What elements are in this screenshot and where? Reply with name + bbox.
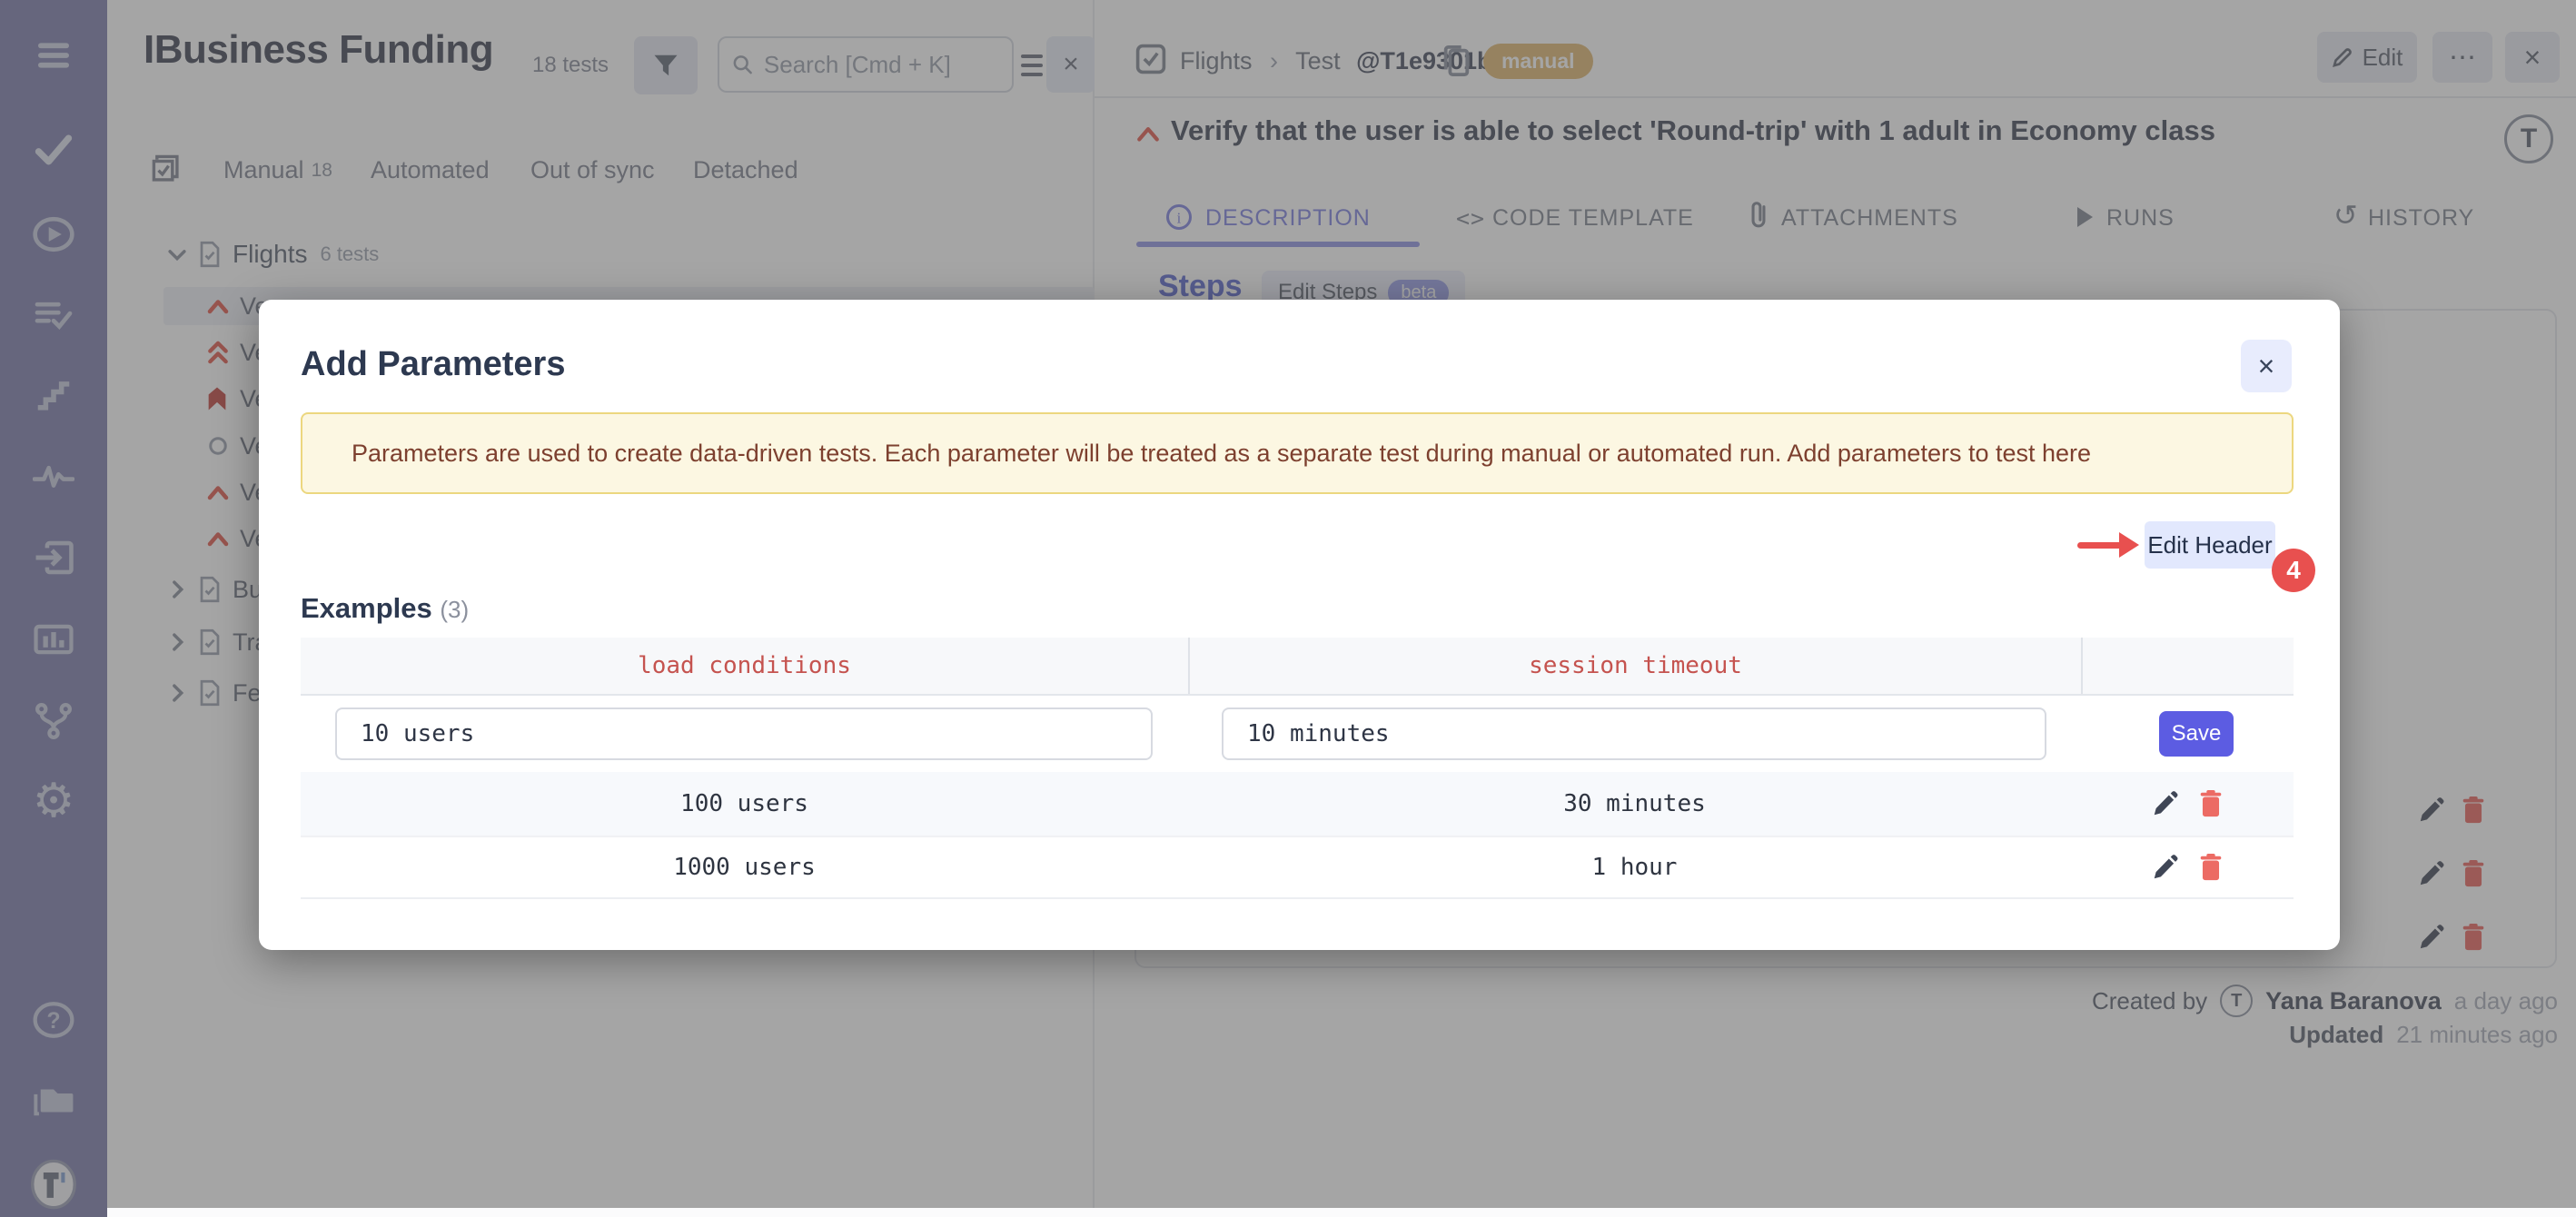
add-parameters-modal: Add Parameters × Parameters are used to … bbox=[259, 300, 2340, 950]
column-header: load conditions bbox=[301, 638, 1188, 694]
edit-row: Save bbox=[301, 696, 2294, 772]
cell-load-conditions: 1000 users bbox=[301, 854, 1188, 881]
modal-title: Add Parameters bbox=[301, 345, 565, 384]
column-header: session timeout bbox=[1188, 638, 2081, 694]
app-screen: ⚙ ? IBusiness Funding 18 tests × Manual1… bbox=[0, 0, 2576, 1217]
param-input-load-conditions[interactable] bbox=[335, 707, 1153, 760]
bottom-strip bbox=[107, 1208, 2576, 1217]
annotation-arrow bbox=[2077, 542, 2125, 549]
table-row: 1000 users 1 hour bbox=[301, 836, 2294, 899]
modal-close-button[interactable]: × bbox=[2241, 340, 2292, 392]
examples-count: (3) bbox=[440, 596, 469, 623]
column-header-actions bbox=[2081, 638, 2294, 694]
table-row: 100 users 30 minutes bbox=[301, 772, 2294, 836]
banner-text: Parameters are used to create data-drive… bbox=[352, 440, 2091, 468]
table-header-row: load conditions session timeout bbox=[301, 638, 2294, 696]
annotation-arrowhead bbox=[2119, 532, 2139, 558]
edit-pencil-icon[interactable] bbox=[2151, 789, 2178, 818]
edit-header-button[interactable]: Edit Header bbox=[2145, 521, 2275, 569]
delete-trash-icon[interactable] bbox=[2198, 789, 2224, 818]
param-input-session-timeout[interactable] bbox=[1222, 707, 2046, 760]
delete-trash-icon[interactable] bbox=[2198, 853, 2224, 882]
cell-session-timeout: 1 hour bbox=[1188, 854, 2081, 881]
info-banner: Parameters are used to create data-drive… bbox=[301, 412, 2294, 494]
annotation-step-badge: 4 bbox=[2272, 549, 2315, 592]
cell-load-conditions: 100 users bbox=[301, 790, 1188, 817]
cell-session-timeout: 30 minutes bbox=[1188, 790, 2081, 817]
save-button[interactable]: Save bbox=[2159, 711, 2234, 757]
edit-pencil-icon[interactable] bbox=[2151, 853, 2178, 882]
parameters-table: load conditions session timeout Save 100… bbox=[301, 638, 2294, 899]
examples-heading: Examples (3) bbox=[301, 592, 469, 625]
